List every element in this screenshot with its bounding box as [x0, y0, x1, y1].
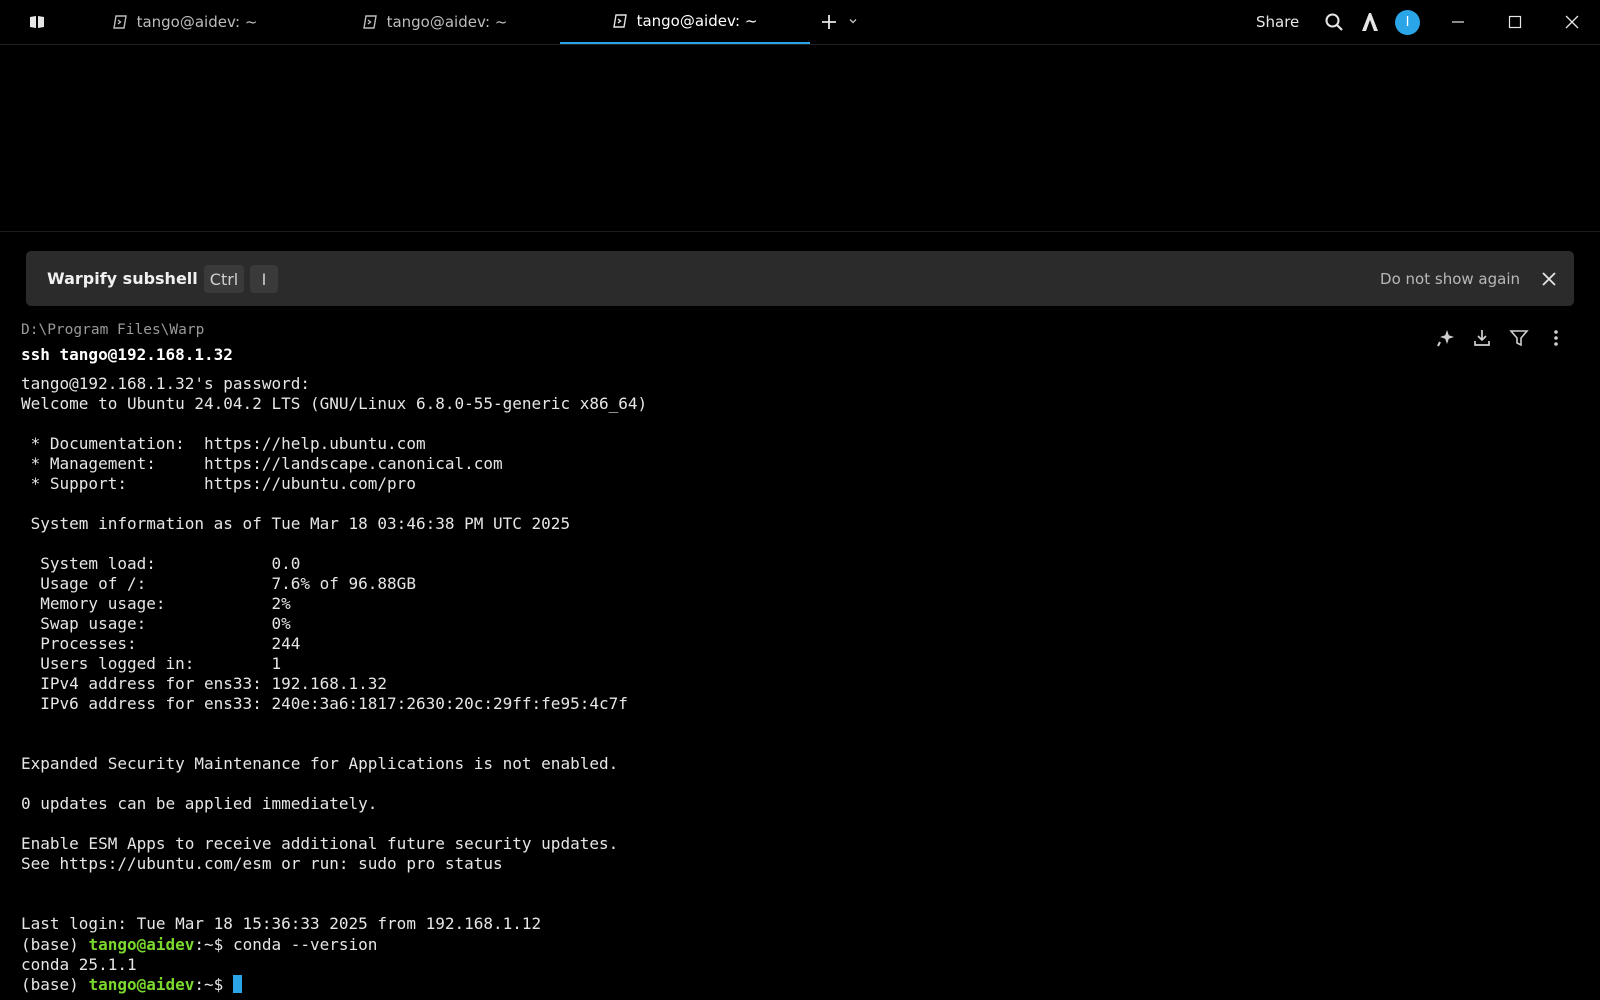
banner-title: Warpify subshell [47, 269, 198, 288]
prompt-rest: :~$ [194, 935, 233, 954]
tab-terminal-2[interactable]: tango@aidev: ~ [310, 0, 560, 44]
terminal-icon [612, 13, 629, 29]
prompt-rest: :~$ [194, 975, 233, 994]
tab-label: tango@aidev: ~ [386, 13, 508, 31]
shortcut-key-i: I [250, 265, 278, 293]
tab-label: tango@aidev: ~ [636, 12, 758, 30]
prompt-user: tango@aidev [88, 975, 195, 994]
terminal-output: tango@192.168.1.32's password: Welcome t… [21, 374, 648, 933]
minimize-icon[interactable] [1430, 0, 1486, 44]
conda-output: conda 25.1.1 [21, 955, 137, 974]
chevron-down-icon[interactable] [846, 14, 860, 28]
tab-label: tango@aidev: ~ [136, 13, 258, 31]
prompt-user: tango@aidev [88, 935, 195, 954]
text-cursor [232, 975, 242, 993]
tab-terminal-3-active[interactable]: tango@aidev: ~ [560, 0, 810, 44]
prompt-env: (base) [21, 935, 89, 954]
avatar[interactable]: I [1395, 10, 1420, 35]
plus-icon[interactable] [818, 11, 840, 33]
tab-terminal-1[interactable]: tango@aidev: ~ [60, 0, 310, 44]
block-cwd: D:\Program Files\Warp [21, 322, 205, 338]
title-bar: tango@aidev: ~ tango@aidev: ~ tango@aide… [0, 0, 1600, 45]
block-command: ssh tango@192.168.1.32 [21, 345, 233, 364]
maximize-icon[interactable] [1487, 0, 1543, 44]
warpify-banner: Warpify subshell Ctrl I Do not show agai… [26, 251, 1574, 306]
shortcut-key-ctrl: Ctrl [204, 265, 244, 293]
close-icon[interactable] [1538, 268, 1560, 290]
search-icon[interactable] [1323, 11, 1345, 33]
sparkle-icon[interactable] [1433, 325, 1459, 351]
menu-icon[interactable] [26, 11, 48, 33]
more-vertical-icon[interactable] [1543, 325, 1569, 351]
terminal-icon [112, 14, 129, 30]
close-icon[interactable] [1544, 0, 1600, 44]
filter-icon[interactable] [1506, 325, 1532, 351]
share-button[interactable]: Share [1256, 0, 1299, 44]
prompt-env: (base) [21, 975, 89, 994]
divider [0, 231, 1600, 232]
terminal-icon [362, 14, 379, 30]
warp-logo-icon[interactable] [1359, 11, 1381, 33]
download-icon[interactable] [1469, 325, 1495, 351]
prompt-command: conda --version [232, 935, 378, 954]
prompt-line-2[interactable]: (base) tango@aidev:~$ [21, 975, 242, 995]
do-not-show-again-link[interactable]: Do not show again [1380, 251, 1520, 306]
prompt-line-1: (base) tango@aidev:~$ conda --version [21, 935, 377, 955]
